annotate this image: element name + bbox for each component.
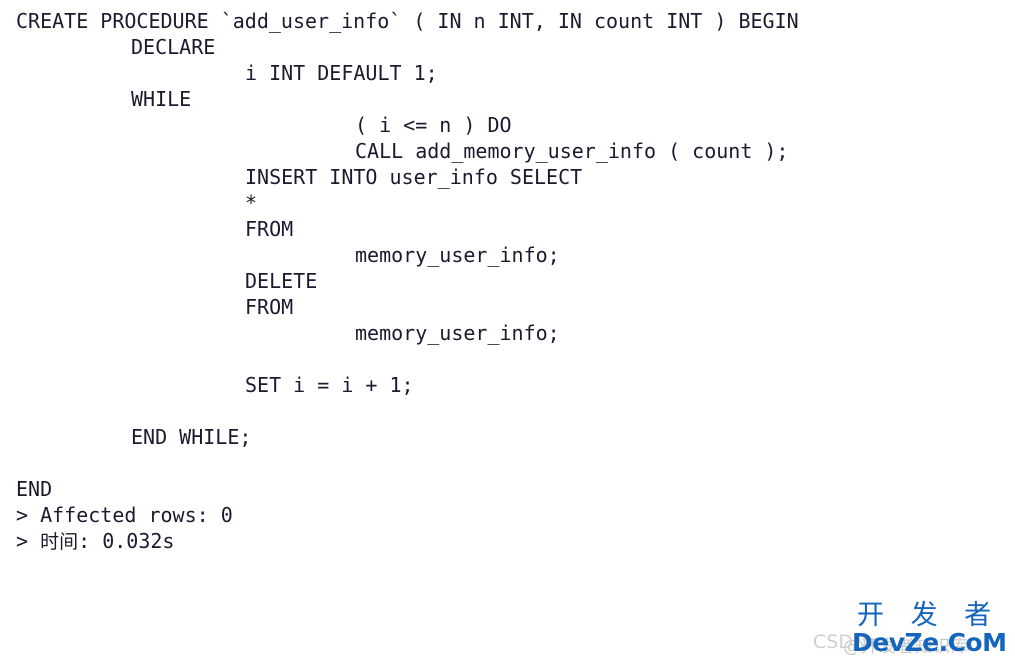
code-line: FROM (245, 295, 294, 319)
code-line: memory_user_info; (355, 321, 560, 345)
code-screenshot-root: CREATE PROCEDURE `add_user_info` ( IN n … (0, 0, 1015, 665)
result-time-value: : 0.032s (78, 529, 175, 553)
result-execution-time: > 时间: 0.032s (16, 528, 1015, 554)
watermark-ghost-chinese: @开发者知识库 (843, 637, 969, 657)
result-time-prompt: > (16, 529, 41, 553)
code-line: ( i <= n ) DO (355, 113, 512, 137)
code-line: * (245, 191, 258, 215)
result-affected-rows: > Affected rows: 0 (16, 503, 233, 527)
code-line: DELETE (245, 269, 318, 293)
sql-code-listing[interactable]: CREATE PROCEDURE `add_user_info` ( IN n … (16, 8, 1015, 554)
code-line: SET i = i + 1; (245, 373, 414, 397)
code-line: WHILE (131, 87, 192, 111)
watermark-chinese-title: 开 发 者 (857, 600, 1001, 631)
code-line: END (16, 477, 53, 501)
watermark: @开发者知识库 CSDN 开 发 者 DevZe.CoM (799, 591, 1009, 663)
result-time-label: 时间 (40, 531, 79, 553)
code-line: CREATE PROCEDURE `add_user_info` ( IN n … (16, 9, 799, 33)
code-line: i INT DEFAULT 1; (245, 61, 438, 85)
code-line: memory_user_info; (355, 243, 560, 267)
watermark-csdn-text: CSDN (813, 631, 868, 653)
code-line: END WHILE; (131, 425, 252, 449)
code-line: DECLARE (131, 35, 216, 59)
code-line: INSERT INTO user_info SELECT (245, 165, 583, 189)
code-line: CALL add_memory_user_info ( count ); (355, 139, 789, 163)
watermark-domain: DevZe.CoM (852, 628, 1007, 657)
code-line: FROM (245, 217, 294, 241)
